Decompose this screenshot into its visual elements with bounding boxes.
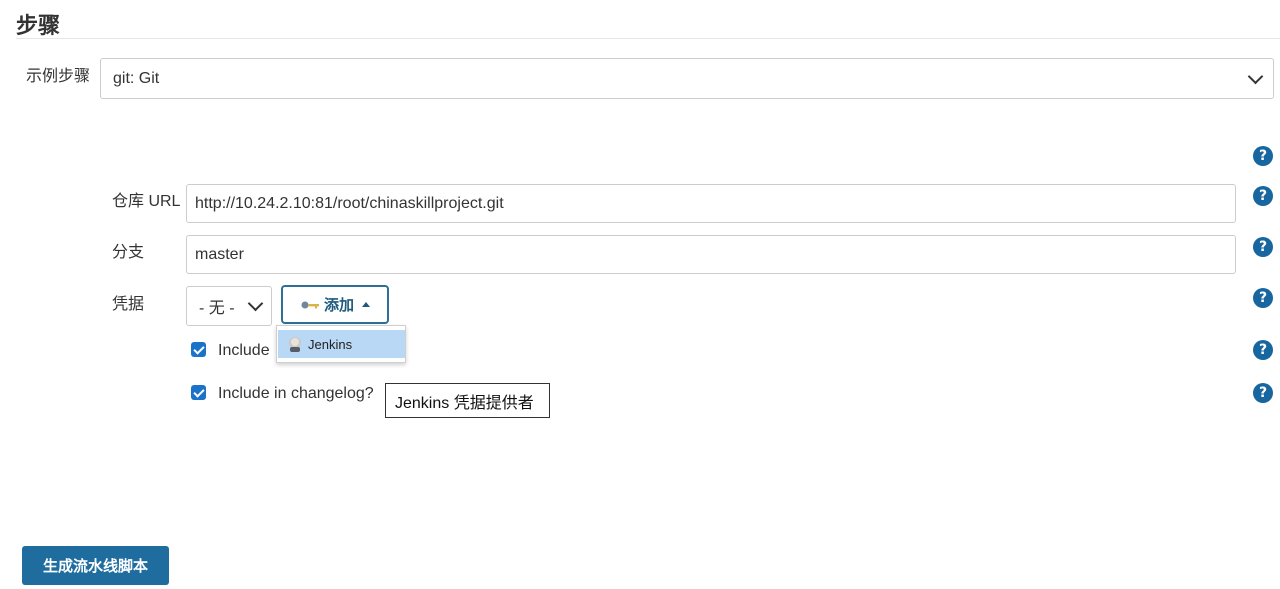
section-title: 步骤 <box>16 13 61 38</box>
sample-step-label: 示例步骤 <box>26 68 91 85</box>
include-changelog-label: Include in changelog? <box>218 385 374 402</box>
repo-url-input[interactable] <box>186 184 1236 223</box>
chevron-down-icon <box>1247 68 1264 84</box>
branch-input[interactable] <box>186 235 1236 274</box>
section-divider <box>16 38 1280 39</box>
jenkins-icon <box>289 337 301 352</box>
tooltip: Jenkins 凭据提供者 <box>385 383 550 418</box>
add-credentials-dropdown: Jenkins <box>276 325 406 363</box>
key-icon <box>301 301 319 308</box>
include-checkbox[interactable] <box>191 342 206 357</box>
sample-step-select[interactable]: git: Git <box>100 58 1274 99</box>
branch-label: 分支 <box>112 244 145 261</box>
include-checkbox-label: Include <box>218 342 270 359</box>
question-icon[interactable]: ? <box>1253 146 1273 166</box>
dropdown-item-jenkins[interactable]: Jenkins <box>278 330 405 358</box>
chevron-down-icon <box>247 295 264 312</box>
include-changelog-checkbox[interactable] <box>191 385 206 400</box>
repo-url-label: 仓库 URL <box>112 193 181 210</box>
add-button-label: 添加 <box>323 297 354 314</box>
credentials-label: 凭据 <box>112 296 145 313</box>
question-icon[interactable]: ? <box>1253 186 1273 206</box>
generate-pipeline-button[interactable]: 生成流水线脚本 <box>22 546 169 585</box>
question-icon[interactable]: ? <box>1253 383 1273 403</box>
credentials-value: - 无 - <box>199 300 235 317</box>
question-icon[interactable]: ? <box>1253 288 1273 308</box>
sample-step-value: git: Git <box>113 69 160 87</box>
caret-up-icon <box>362 302 370 307</box>
add-credentials-button[interactable]: 添加 <box>281 285 389 324</box>
question-icon[interactable]: ? <box>1253 340 1273 360</box>
question-icon[interactable]: ? <box>1253 237 1273 257</box>
credentials-select[interactable]: - 无 - <box>186 286 272 326</box>
dropdown-item-label: Jenkins <box>308 336 353 352</box>
